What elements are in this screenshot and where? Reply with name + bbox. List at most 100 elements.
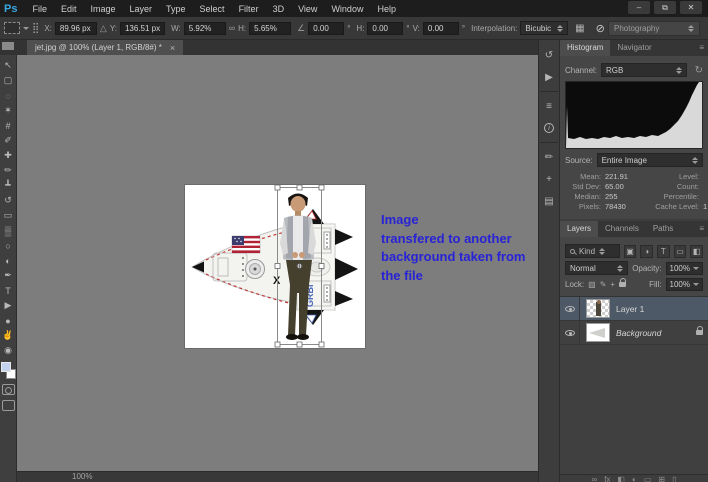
layer-row-background[interactable]: Background bbox=[560, 321, 708, 345]
type-tool[interactable]: T bbox=[1, 283, 16, 298]
brush-tool[interactable]: ✏ bbox=[1, 163, 16, 178]
path-selection-tool[interactable]: ▶ bbox=[1, 298, 16, 313]
filter-shape-layers-icon[interactable]: ▭ bbox=[673, 244, 687, 258]
refresh-histogram-icon[interactable]: ↻ bbox=[695, 65, 703, 76]
v-skew-field[interactable]: 0.00 bbox=[422, 21, 459, 35]
tool-preset-dropdown-icon[interactable] bbox=[23, 26, 29, 30]
lasso-tool[interactable]: ◌ bbox=[1, 88, 16, 103]
menu-help[interactable]: Help bbox=[370, 4, 403, 14]
document-tab[interactable]: jet.jpg @ 100% (Layer 1, RGB/8#) * × bbox=[27, 40, 184, 55]
height-scale-field[interactable]: 5.65% bbox=[249, 21, 292, 35]
cancel-transform-icon[interactable]: ⊘ bbox=[596, 22, 605, 35]
h-skew-field[interactable]: 0.00 bbox=[367, 21, 404, 35]
opacity-field[interactable]: 100% bbox=[665, 261, 703, 275]
layer-group-icon[interactable]: ▭ bbox=[644, 475, 652, 482]
crop-tool[interactable]: # bbox=[1, 118, 16, 133]
lock-transparent-pixels-icon[interactable]: ▨ bbox=[588, 280, 596, 289]
history-brush-tool[interactable]: ↺ bbox=[1, 193, 16, 208]
layer-mask-icon[interactable]: ◧ bbox=[617, 475, 625, 482]
rotation-field[interactable]: 0.00 bbox=[308, 21, 345, 35]
hand-tool[interactable]: ✌ bbox=[1, 328, 16, 343]
close-button[interactable]: ✕ bbox=[680, 1, 702, 14]
panel-menu-icon[interactable]: ≡ bbox=[699, 43, 704, 52]
blend-mode-select[interactable]: Normal bbox=[565, 261, 629, 275]
document-image[interactable]: GRBI GRBI X bbox=[185, 184, 365, 348]
menu-layer[interactable]: Layer bbox=[123, 4, 160, 14]
delete-layer-icon[interactable]: ▯ bbox=[672, 475, 676, 482]
link-dimensions-icon[interactable]: ∞ bbox=[229, 23, 235, 33]
tab-channels[interactable]: Channels bbox=[598, 221, 646, 237]
minimize-button[interactable]: – bbox=[628, 1, 650, 14]
layer-row-layer-1[interactable]: Layer 1 bbox=[560, 297, 708, 321]
reference-point-locator-icon[interactable]: ⣿ bbox=[32, 23, 39, 34]
info-panel-icon[interactable]: i bbox=[540, 119, 558, 137]
layers-panel-menu-icon[interactable]: ≡ bbox=[699, 224, 704, 233]
pen-tool[interactable]: ✒ bbox=[1, 268, 16, 283]
menu-filter[interactable]: Filter bbox=[232, 4, 266, 14]
document-tab-close-icon[interactable]: × bbox=[170, 43, 175, 53]
lock-position-icon[interactable]: + bbox=[610, 280, 615, 289]
menu-view[interactable]: View bbox=[291, 4, 324, 14]
healing-brush-tool[interactable]: ✚ bbox=[1, 148, 16, 163]
lock-all-icon[interactable] bbox=[619, 278, 627, 287]
layer-1-thumbnail[interactable] bbox=[586, 299, 610, 318]
clone-source-panel-icon[interactable]: + bbox=[540, 170, 558, 188]
relative-position-icon[interactable]: △ bbox=[100, 23, 107, 34]
brush-panel-icon[interactable]: ✏ bbox=[540, 148, 558, 166]
eyedropper-tool[interactable]: ✐ bbox=[1, 133, 16, 148]
actions-panel-icon[interactable]: ▶ bbox=[540, 68, 558, 86]
canvas-area[interactable]: GRBI GRBI X bbox=[17, 55, 538, 482]
history-panel-icon[interactable]: ↺ bbox=[540, 46, 558, 64]
restore-button[interactable]: ⧉ bbox=[654, 1, 676, 14]
background-layer-name[interactable]: Background bbox=[616, 328, 696, 338]
layer-filter-select[interactable]: Kind bbox=[565, 244, 620, 258]
x-position-field[interactable]: 89.96 px bbox=[54, 21, 97, 35]
interpolation-select[interactable]: Bicubic bbox=[520, 21, 569, 35]
adjustment-layer-icon[interactable]: ◐ bbox=[632, 475, 637, 482]
move-tool[interactable]: ↖ bbox=[1, 58, 16, 73]
menu-type[interactable]: Type bbox=[159, 4, 193, 14]
visibility-eye-icon-background[interactable] bbox=[564, 329, 575, 336]
filter-type-layers-icon[interactable]: T bbox=[656, 244, 670, 258]
filter-smart-objects-icon[interactable]: ◧ bbox=[690, 244, 703, 258]
gradient-tool[interactable]: ▒ bbox=[1, 223, 16, 238]
marquee-tool[interactable]: ▢ bbox=[1, 73, 16, 88]
menu-window[interactable]: Window bbox=[324, 4, 370, 14]
menu-3d[interactable]: 3D bbox=[266, 4, 292, 14]
new-layer-icon[interactable]: ⊞ bbox=[658, 475, 665, 482]
layer-style-icon[interactable]: fx bbox=[604, 475, 610, 482]
tool-preset-icon[interactable] bbox=[4, 22, 20, 34]
visibility-eye-icon[interactable] bbox=[564, 305, 575, 312]
clone-stamp-tool[interactable]: ┻ bbox=[1, 178, 16, 193]
fill-field[interactable]: 100% bbox=[665, 278, 703, 291]
shape-tool[interactable]: ● bbox=[1, 313, 16, 328]
source-select[interactable]: Entire Image bbox=[596, 153, 703, 167]
foreground-color-swatch[interactable] bbox=[0, 362, 11, 372]
quick-mask-mode-icon[interactable] bbox=[1, 384, 15, 395]
tab-paths[interactable]: Paths bbox=[646, 221, 680, 237]
eraser-tool[interactable]: ▭ bbox=[1, 208, 16, 223]
dodge-tool[interactable]: ◐ bbox=[1, 253, 16, 268]
zoom-tool[interactable]: ◉ bbox=[1, 343, 16, 358]
channel-select[interactable]: RGB bbox=[601, 63, 687, 77]
filter-pixel-layers-icon[interactable]: ▣ bbox=[623, 244, 637, 258]
tab-navigator[interactable]: Navigator bbox=[610, 40, 658, 56]
properties-panel-icon[interactable]: ≡ bbox=[540, 97, 558, 115]
warp-mode-icon[interactable]: ▦ bbox=[575, 23, 584, 34]
filter-adjustment-layers-icon[interactable]: ◑ bbox=[640, 244, 653, 258]
background-thumbnail[interactable] bbox=[586, 323, 610, 342]
tab-histogram[interactable]: Histogram bbox=[560, 40, 611, 56]
width-scale-field[interactable]: 5.92% bbox=[183, 21, 226, 35]
menu-select[interactable]: Select bbox=[193, 4, 232, 14]
quick-selection-tool[interactable]: ✶ bbox=[1, 103, 16, 118]
toolbar-collapse-icon[interactable] bbox=[2, 42, 14, 50]
zoom-level-field[interactable]: 100% bbox=[72, 472, 92, 481]
link-layers-icon[interactable]: ∞ bbox=[591, 475, 597, 482]
screen-mode-icon[interactable] bbox=[1, 400, 15, 411]
layer-comps-panel-icon[interactable]: ▤ bbox=[540, 192, 558, 210]
menu-image[interactable]: Image bbox=[84, 4, 123, 14]
lock-image-pixels-icon[interactable]: ✎ bbox=[600, 280, 607, 289]
y-position-field[interactable]: 136.51 px bbox=[119, 21, 166, 35]
tab-layers[interactable]: Layers bbox=[560, 221, 599, 237]
workspace-switcher[interactable]: Photography bbox=[608, 21, 700, 36]
